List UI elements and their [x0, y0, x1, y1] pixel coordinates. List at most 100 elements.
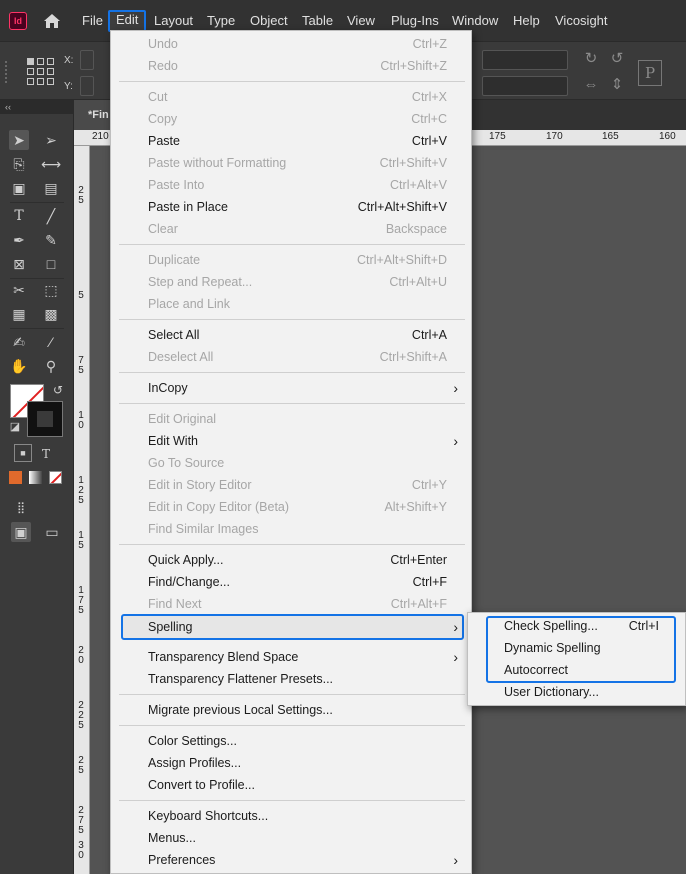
screen-mode-icon[interactable]: ▭ [42, 522, 62, 542]
ruler-label: 1 5 [78, 530, 84, 551]
menu-item-incopy[interactable]: InCopy › [111, 377, 471, 399]
menu-item-migrate-settings[interactable]: Migrate previous Local Settings... [111, 699, 471, 721]
hand-tool-icon[interactable]: ✋ [9, 356, 29, 376]
menu-item-user-dictionary[interactable]: User Dictionary... [468, 681, 685, 703]
toolbar-collapse[interactable]: ‹‹ [0, 100, 74, 114]
line-tool-icon[interactable]: ╱ [41, 206, 61, 226]
menu-item-edit-in-story-editor[interactable]: Edit in Story Editor Ctrl+Y [111, 474, 471, 496]
x-stepper[interactable] [80, 50, 94, 70]
reference-point-selector[interactable] [27, 58, 54, 85]
panel-grip[interactable] [4, 60, 8, 84]
menu-item-paste-without-formatting[interactable]: Paste without Formatting Ctrl+Shift+V [111, 152, 471, 174]
menu-item-duplicate[interactable]: Duplicate Ctrl+Alt+Shift+D [111, 249, 471, 271]
menu-item-edit-original[interactable]: Edit Original [111, 408, 471, 430]
swap-fill-stroke-icon[interactable]: ↺ [50, 382, 66, 398]
menu-item-paste-into[interactable]: Paste Into Ctrl+Alt+V [111, 174, 471, 196]
menu-item-edit-in-copy-editor[interactable]: Edit in Copy Editor (Beta) Alt+Shift+Y [111, 496, 471, 518]
selection-tool-icon[interactable]: ➤ [9, 130, 29, 150]
menu-edit[interactable]: Edit [108, 10, 147, 32]
apply-color-icon[interactable] [9, 471, 22, 484]
formatting-container-icon[interactable]: ■ [14, 444, 32, 462]
apply-none-icon[interactable] [49, 471, 62, 484]
pen-tool-icon[interactable]: ✒ [9, 230, 29, 250]
menu-item-find-similar-images[interactable]: Find Similar Images [111, 518, 471, 540]
menu-item-edit-with[interactable]: Edit With › [111, 430, 471, 452]
menu-item-color-settings[interactable]: Color Settings... [111, 730, 471, 752]
menu-item-quick-apply[interactable]: Quick Apply... Ctrl+Enter [111, 549, 471, 571]
menu-item-select-all[interactable]: Select All Ctrl+A [111, 324, 471, 346]
ruler-label: 175 [489, 131, 506, 142]
eyedropper-tool-icon[interactable]: ⁄ [41, 332, 61, 352]
menu-item-deselect-all[interactable]: Deselect All Ctrl+Shift+A [111, 346, 471, 368]
pencil-tool-icon[interactable]: ✎ [41, 230, 61, 250]
stroke-swatch[interactable] [27, 401, 63, 437]
menu-item-dynamic-spelling[interactable]: Dynamic Spelling [468, 637, 685, 659]
zoom-tool-icon[interactable]: ⚲ [41, 356, 61, 376]
menu-help[interactable]: Help [511, 11, 542, 31]
menu-item-copy[interactable]: Copy Ctrl+C [111, 108, 471, 130]
content-collector-icon[interactable]: ▣ [9, 178, 29, 198]
menu-plug-ins[interactable]: Plug-Ins [389, 11, 441, 31]
menu-item-go-to-source[interactable]: Go To Source [111, 452, 471, 474]
menu-file[interactable]: File [80, 11, 105, 31]
y-label: Y: [64, 81, 73, 92]
menu-item-autocorrect[interactable]: Autocorrect [468, 659, 685, 681]
ruler-label: 5 [78, 290, 84, 301]
gradient-swatch-tool-icon[interactable]: ▦ [9, 304, 29, 324]
home-icon[interactable] [42, 11, 62, 31]
rectangle-tool-icon[interactable]: □ [41, 254, 61, 274]
scissors-tool-icon[interactable]: ✂ [9, 280, 29, 300]
normal-view-icon[interactable]: ▣ [11, 522, 31, 542]
direct-selection-tool-icon[interactable]: ➢ [41, 130, 61, 150]
menu-object[interactable]: Object [248, 11, 290, 31]
menu-item-check-spelling[interactable]: Check Spelling... Ctrl+I [468, 615, 685, 637]
submenu-arrow-icon: › [453, 619, 458, 635]
menu-item-convert-to-profile[interactable]: Convert to Profile... [111, 774, 471, 796]
menu-vicosight[interactable]: Vicosight [553, 11, 610, 31]
menu-item-find-next[interactable]: Find Next Ctrl+Alt+F [111, 593, 471, 615]
menu-item-step-and-repeat[interactable]: Step and Repeat... Ctrl+Alt+U [111, 271, 471, 293]
default-fill-stroke-icon[interactable]: ◪ [8, 420, 22, 434]
flip-horizontal-icon[interactable]: ⇔ [582, 76, 600, 94]
menu-item-redo[interactable]: Redo Ctrl+Shift+Z [111, 55, 471, 77]
type-tool-icon[interactable]: T [9, 206, 29, 226]
document-tab[interactable]: *Fin [74, 100, 114, 130]
control-dropdown-1[interactable] [482, 50, 568, 70]
view-mode-icon[interactable]: ⣿ [11, 498, 31, 518]
menu-item-paste-in-place[interactable]: Paste in Place Ctrl+Alt+Shift+V [111, 196, 471, 218]
flip-vertical-icon[interactable]: ⇕ [608, 76, 626, 94]
note-tool-icon[interactable]: ✍ [9, 332, 29, 352]
menu-item-cut[interactable]: Cut Ctrl+X [111, 86, 471, 108]
menu-item-find-change[interactable]: Find/Change... Ctrl+F [111, 571, 471, 593]
menu-item-transparency-blend-space[interactable]: Transparency Blend Space › [111, 646, 471, 668]
menu-item-place-and-link[interactable]: Place and Link [111, 293, 471, 315]
apply-gradient-icon[interactable] [29, 471, 42, 484]
indesign-logo-icon: Id [9, 12, 27, 30]
menu-window[interactable]: Window [450, 11, 500, 31]
menu-type[interactable]: Type [205, 11, 237, 31]
menu-item-spelling[interactable]: Spelling › [121, 614, 464, 640]
page-tool-icon[interactable]: ⎘ [9, 154, 29, 174]
menu-item-menus[interactable]: Menus... [111, 827, 471, 849]
menu-item-preferences[interactable]: Preferences › [111, 849, 471, 871]
rotate-ccw-icon[interactable]: ↺ [608, 50, 626, 68]
menu-item-clear[interactable]: Clear Backspace [111, 218, 471, 240]
menu-item-keyboard-shortcuts[interactable]: Keyboard Shortcuts... [111, 805, 471, 827]
gradient-feather-tool-icon[interactable]: ▩ [41, 304, 61, 324]
y-stepper[interactable] [80, 76, 94, 96]
gap-tool-icon[interactable]: ⟷ [41, 154, 61, 174]
content-placer-icon[interactable]: ▤ [41, 178, 61, 198]
control-dropdown-2[interactable] [482, 76, 568, 96]
menu-item-transparency-flattener-presets[interactable]: Transparency Flattener Presets... [111, 668, 471, 690]
menu-item-paste[interactable]: Paste Ctrl+V [111, 130, 471, 152]
menu-item-assign-profiles[interactable]: Assign Profiles... [111, 752, 471, 774]
menu-item-undo[interactable]: Undo Ctrl+Z [111, 33, 471, 55]
free-transform-tool-icon[interactable]: ⬚ [41, 280, 61, 300]
text-frame-icon[interactable]: P [638, 60, 662, 86]
rotate-cw-icon[interactable]: ↻ [582, 50, 600, 68]
menu-layout[interactable]: Layout [152, 11, 195, 31]
menu-view[interactable]: View [345, 11, 377, 31]
formatting-text-icon[interactable]: T [36, 444, 56, 464]
menu-table[interactable]: Table [300, 11, 335, 31]
rectangle-frame-tool-icon[interactable]: ⊠ [9, 254, 29, 274]
